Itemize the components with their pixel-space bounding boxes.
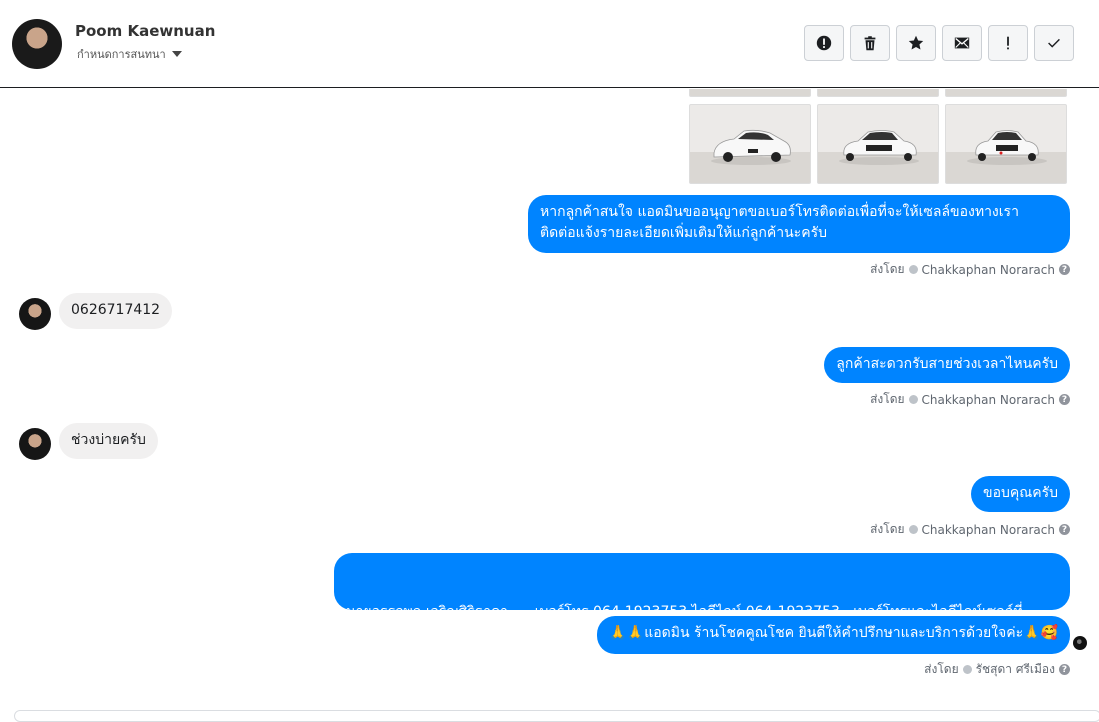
sent-by-prefix: ส่งโดย	[870, 262, 905, 276]
trash-icon	[864, 36, 876, 51]
outgoing-message[interactable]: ลูกค้าสะดวกรับสายช่วงเวลาไหนครับ	[824, 347, 1070, 383]
car-photo[interactable]	[945, 89, 1067, 97]
sent-by-label: ส่งโดย รัชสุดา ศรีเมือง ?	[924, 660, 1070, 679]
help-icon[interactable]: ?	[1059, 394, 1070, 405]
message-composer[interactable]	[14, 710, 1099, 722]
message-line: หากลูกค้าสนใจ แอดมินขออนุญาตขอเบอร์โทรติ…	[540, 204, 1019, 220]
assign-label: กำหนดการสนทนา	[77, 48, 166, 61]
caret-down-icon	[171, 51, 182, 57]
agent-icon	[962, 665, 972, 674]
outgoing-message[interactable]: ขอบคุณครับ	[971, 476, 1070, 512]
star-icon	[908, 35, 924, 50]
contact-avatar-small[interactable]	[19, 298, 51, 330]
car-photo[interactable]	[945, 104, 1067, 184]
follow-up-button[interactable]	[988, 25, 1028, 61]
car-photo[interactable]	[817, 104, 939, 184]
agent-name[interactable]: Chakkaphan Norarach	[922, 263, 1055, 277]
contact-name[interactable]: Poom Kaewnuan	[75, 22, 215, 40]
assign-conversation-dropdown[interactable]: กำหนดการสนทนา	[77, 45, 182, 63]
incoming-message[interactable]: 0626717412	[59, 293, 173, 329]
agent-name[interactable]: Chakkaphan Norarach	[922, 393, 1055, 407]
exclamation-icon	[1007, 36, 1009, 50]
car-photo[interactable]	[689, 89, 811, 97]
contact-avatar[interactable]	[12, 19, 62, 69]
sent-by-label: ส่งโดย Chakkaphan Norarach ?	[870, 390, 1070, 409]
agent-name[interactable]: Chakkaphan Norarach	[922, 523, 1055, 537]
delete-button[interactable]	[850, 25, 890, 61]
message-line: ติดต่อแจ้งรายละเอียดเพิ่มเติมให้แก่ลูกค้…	[540, 225, 827, 241]
agent-icon	[908, 525, 918, 534]
seen-avatar	[1073, 636, 1087, 650]
sent-by-prefix: ส่งโดย	[870, 522, 905, 536]
outgoing-message[interactable]: 🙏🙏แอดมิน ร้านโชคคูณโชค ยินดีให้คำปรึกษาแ…	[597, 616, 1070, 654]
spam-icon	[816, 35, 832, 51]
action-toolbar	[804, 25, 1074, 61]
help-icon[interactable]: ?	[1059, 264, 1070, 275]
sent-by-label: ส่งโดย Chakkaphan Norarach ?	[870, 260, 1070, 279]
help-icon[interactable]: ?	[1059, 664, 1070, 675]
envelope-icon	[954, 37, 970, 49]
message-thread[interactable]: หากลูกค้าสนใจ แอดมินขออนุญาตขอเบอร์โทรติ…	[0, 89, 1099, 715]
star-button[interactable]	[896, 25, 936, 61]
sent-by-label: ส่งโดย Chakkaphan Norarach ?	[870, 520, 1070, 539]
mark-unread-button[interactable]	[942, 25, 982, 61]
car-image	[967, 130, 1047, 165]
car-image	[711, 129, 791, 165]
help-icon[interactable]: ?	[1059, 524, 1070, 535]
sent-by-prefix: ส่งโดย	[924, 662, 959, 676]
agent-icon	[908, 395, 918, 404]
outgoing-message[interactable]: หากลูกค้าสนใจ แอดมินขออนุญาตขอเบอร์โทรติ…	[528, 195, 1070, 253]
contact-avatar-small[interactable]	[19, 428, 51, 460]
check-icon	[1048, 38, 1060, 48]
sent-by-prefix: ส่งโดย	[870, 392, 905, 406]
spam-button[interactable]	[804, 25, 844, 61]
done-button[interactable]	[1034, 25, 1074, 61]
agent-name[interactable]: รัชสุดา ศรีเมือง	[976, 660, 1055, 679]
car-image	[839, 130, 919, 165]
car-photo[interactable]	[689, 104, 811, 184]
conversation-header: Poom Kaewnuan กำหนดการสนทนา	[0, 0, 1099, 88]
outgoing-message[interactable]: นายอรรถพล เจริญศิริธาดา เบอร์โทร 064-192…	[334, 553, 1070, 683]
agent-icon	[908, 265, 918, 274]
car-photo[interactable]	[817, 89, 939, 97]
incoming-message[interactable]: ช่วงบ่ายครับ	[59, 423, 158, 459]
